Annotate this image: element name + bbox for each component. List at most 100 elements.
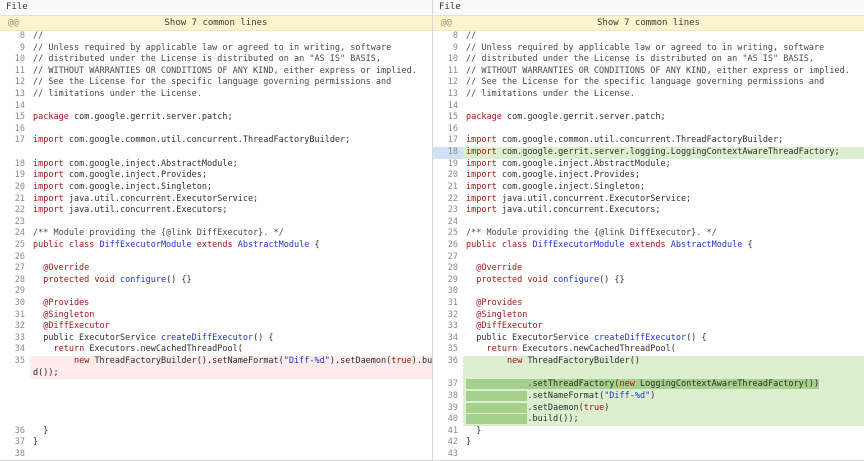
code-segment: ThreadFactoryBuilder().setNameFormat( <box>94 356 283 366</box>
line-number[interactable]: 17 <box>0 135 30 147</box>
line-number[interactable]: 32 <box>433 310 463 322</box>
line-number[interactable]: 41 <box>433 426 463 438</box>
line-number[interactable]: 15 <box>0 112 30 124</box>
code-line: } <box>463 437 864 449</box>
line-number[interactable]: 11 <box>433 66 463 78</box>
line-number[interactable]: 17 <box>433 135 463 147</box>
line-number[interactable]: 20 <box>433 170 463 182</box>
line-number[interactable]: 16 <box>0 124 30 136</box>
line-number[interactable]: 31 <box>433 298 463 310</box>
line-number[interactable]: 36 <box>0 426 30 438</box>
line-number[interactable]: 19 <box>0 170 30 182</box>
line-number[interactable]: 13 <box>0 89 30 101</box>
line-number[interactable]: 8 <box>433 31 463 43</box>
line-number[interactable]: 14 <box>433 101 463 113</box>
line-number[interactable]: 35 <box>0 356 30 368</box>
line-number[interactable]: 27 <box>433 252 463 264</box>
line-number[interactable]: 43 <box>433 449 463 461</box>
line-number[interactable]: 39 <box>433 403 463 415</box>
diff-row: 14 <box>0 101 432 113</box>
line-number[interactable]: 20 <box>0 182 30 194</box>
diff-row: 19import com.google.inject.AbstractModul… <box>433 159 864 171</box>
line-number[interactable]: 29 <box>433 275 463 287</box>
line-number[interactable]: 32 <box>0 321 30 333</box>
code-segment: java.util.concurrent.Executors; <box>69 205 228 215</box>
line-number[interactable]: 12 <box>433 77 463 89</box>
line-number[interactable]: 38 <box>433 391 463 403</box>
code-segment: @DiffExecutor <box>33 321 110 331</box>
code-segment: extends <box>630 240 666 250</box>
line-number[interactable]: 40 <box>433 414 463 426</box>
code-segment: com.google.gerrit.server.patch; <box>74 112 233 122</box>
line-number[interactable]: 33 <box>433 321 463 333</box>
line-number[interactable]: 11 <box>0 66 30 78</box>
line-number[interactable]: 8 <box>0 31 30 43</box>
line-number[interactable]: 15 <box>433 112 463 124</box>
line-number[interactable]: 13 <box>433 89 463 101</box>
diff-row: 38 .setNameFormat("Diff-%d") <box>433 391 864 403</box>
line-number[interactable]: 12 <box>0 77 30 89</box>
code-segment: package <box>466 112 507 122</box>
line-number[interactable]: 26 <box>0 252 30 264</box>
code-line <box>30 252 432 264</box>
diff-row: 24 <box>433 217 864 229</box>
code-segment: Executors.newCachedThreadPool( <box>522 344 676 354</box>
code-segment: com.google.inject.AbstractModule; <box>69 159 238 169</box>
line-number[interactable]: 33 <box>0 333 30 345</box>
line-number[interactable]: 18 <box>433 147 463 159</box>
line-number[interactable]: 30 <box>0 298 30 310</box>
line-number[interactable]: 22 <box>0 205 30 217</box>
code-line: } <box>463 426 864 438</box>
code-segment: () { <box>686 333 706 343</box>
line-number[interactable]: 9 <box>433 43 463 55</box>
line-number[interactable]: 23 <box>0 217 30 229</box>
line-number[interactable]: 16 <box>433 124 463 136</box>
code-segment: () { <box>253 333 273 343</box>
code-segment: public ExecutorService <box>33 333 161 343</box>
line-number[interactable]: 24 <box>433 217 463 229</box>
diff-row: 8// <box>433 31 864 43</box>
line-number[interactable]: 42 <box>433 437 463 449</box>
line-number[interactable]: 26 <box>433 240 463 252</box>
line-number[interactable]: 23 <box>433 205 463 217</box>
line-number[interactable]: 25 <box>433 228 463 240</box>
line-number[interactable]: 25 <box>0 240 30 252</box>
line-number[interactable]: 37 <box>433 379 463 391</box>
line-number[interactable]: 34 <box>433 333 463 345</box>
code-segment: () {} <box>166 275 192 285</box>
code-segment: import <box>466 135 502 145</box>
line-number[interactable]: 21 <box>0 194 30 206</box>
line-number[interactable]: 22 <box>433 194 463 206</box>
code-line <box>463 101 864 113</box>
line-number[interactable]: 31 <box>0 310 30 322</box>
line-number[interactable]: 27 <box>0 263 30 275</box>
diff-row: 23 <box>0 217 432 229</box>
code-line <box>30 391 432 403</box>
line-number[interactable]: 37 <box>0 437 30 449</box>
line-number[interactable]: 10 <box>0 54 30 66</box>
line-number[interactable]: 29 <box>0 286 30 298</box>
line-number[interactable]: 10 <box>433 54 463 66</box>
line-number[interactable]: 9 <box>0 43 30 55</box>
line-number[interactable]: 34 <box>0 344 30 356</box>
line-number[interactable]: 36 <box>433 356 463 368</box>
code-line <box>463 217 864 229</box>
line-number[interactable]: 19 <box>433 159 463 171</box>
line-number[interactable]: 28 <box>0 275 30 287</box>
line-number[interactable]: 18 <box>0 159 30 171</box>
code-segment: // See the License for the specific lang… <box>466 77 824 87</box>
line-number[interactable]: 24 <box>0 228 30 240</box>
line-number[interactable]: 21 <box>433 182 463 194</box>
code-segment: com.google.inject.AbstractModule; <box>502 159 671 169</box>
line-number[interactable]: 30 <box>433 286 463 298</box>
code-line: /** Module providing the {@link DiffExec… <box>463 228 864 240</box>
diff-row: 37} <box>0 437 432 449</box>
line-number[interactable]: 28 <box>433 263 463 275</box>
line-number[interactable]: 38 <box>0 449 30 461</box>
expand-common-lines-button[interactable]: @@ Show 7 common lines <box>0 16 432 31</box>
expand-common-lines-button[interactable]: @@ Show 7 common lines <box>433 16 864 31</box>
code-line <box>463 449 864 461</box>
line-number[interactable]: 35 <box>433 344 463 356</box>
code-line <box>30 414 432 426</box>
line-number[interactable]: 14 <box>0 101 30 113</box>
